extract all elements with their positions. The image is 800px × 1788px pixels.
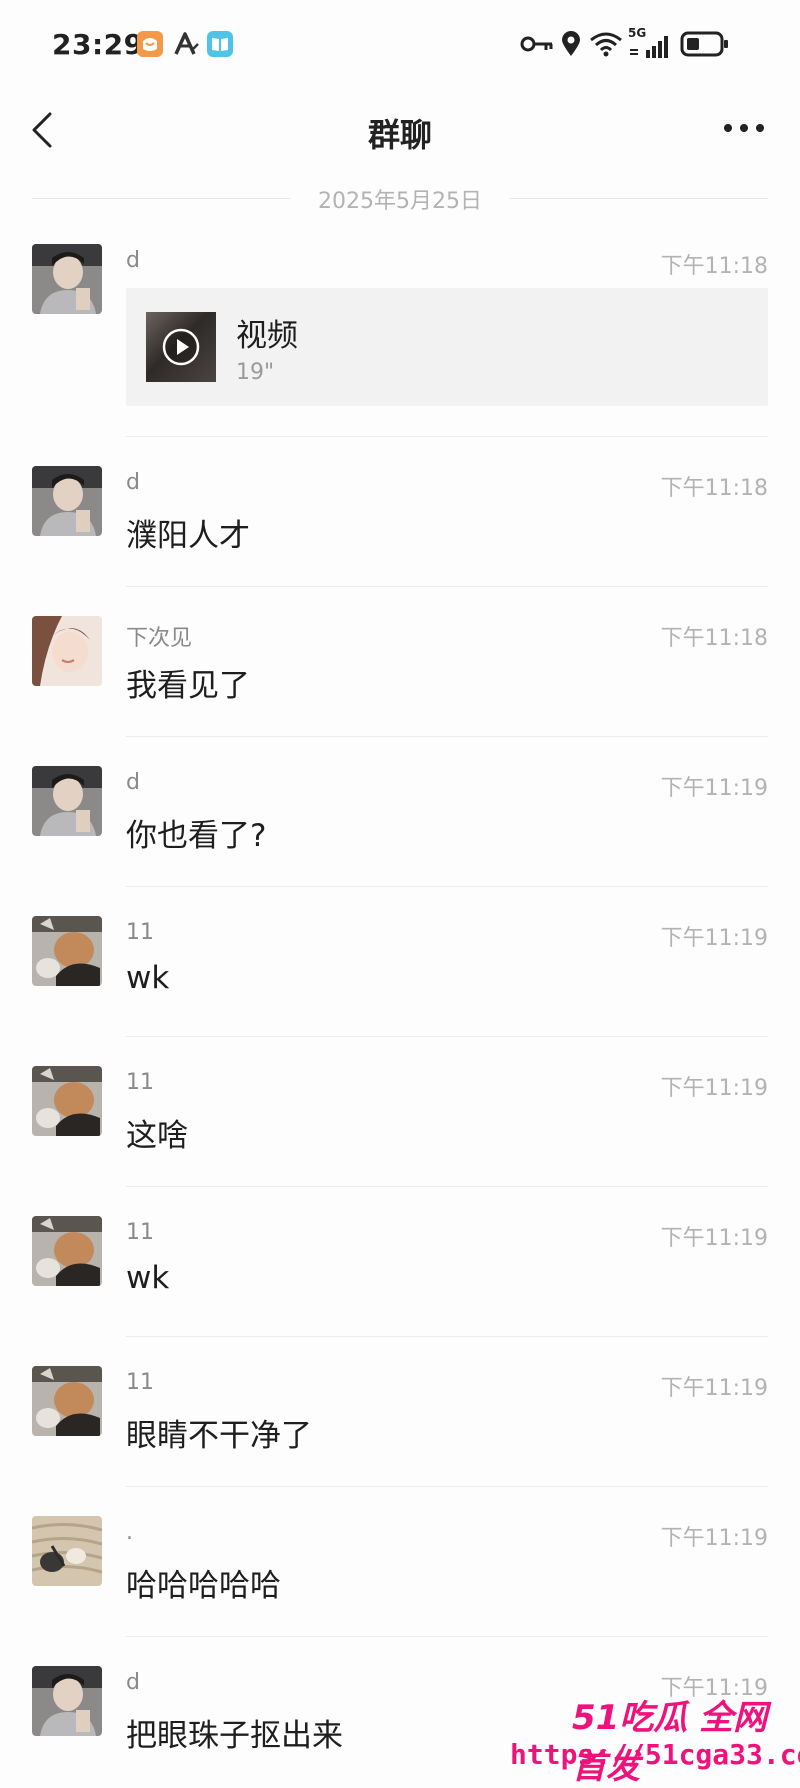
message-item[interactable]: . 下午11:19 哈哈哈哈哈 (0, 1516, 800, 1646)
message-item[interactable]: 11 下午11:19 wk (0, 1216, 800, 1346)
divider (126, 1036, 768, 1037)
message-time: 下午11:18 (660, 626, 768, 651)
notification-app-icon (137, 31, 163, 57)
more-dots-icon[interactable] (720, 116, 768, 140)
divider (126, 1636, 768, 1637)
wifi-icon (590, 32, 622, 57)
date-separator-text: 2025年5月25日 (318, 189, 482, 214)
message-item[interactable]: 11 下午11:19 wk (0, 916, 800, 1046)
message-text: 我看见了 (126, 668, 250, 704)
message-time: 下午11:19 (660, 1526, 768, 1551)
message-time: 下午11:19 (660, 1376, 768, 1401)
message-text: 濮阳人才 (126, 518, 250, 554)
sender-name: 11 (126, 920, 154, 945)
date-separator: 2025年5月25日 (32, 183, 768, 214)
key-icon (520, 36, 553, 52)
message-text: 你也看了? (126, 818, 267, 854)
avatar[interactable] (32, 466, 102, 536)
message-text: 眼睛不干净了 (126, 1418, 312, 1454)
message-item[interactable]: 11 下午11:19 眼睛不干净了 (0, 1366, 800, 1496)
divider (126, 586, 768, 587)
sender-name: d (126, 470, 140, 495)
message-text: 把眼珠子抠出来 (126, 1718, 343, 1754)
avatar[interactable] (32, 1666, 102, 1736)
page-title: 群聊 (367, 116, 432, 154)
avatar[interactable] (32, 1066, 102, 1136)
message-item[interactable]: 下次见 下午11:18 我看见了 (0, 616, 800, 746)
video-message-card[interactable]: 视频 19" (126, 288, 768, 406)
message-item[interactable]: d 下午11:18 濮阳人才 (0, 466, 800, 596)
message-time: 下午11:19 (660, 776, 768, 801)
cellular-5g-icon: 5G (628, 26, 672, 60)
sender-name: 11 (126, 1220, 154, 1245)
sender-name: 下次见 (126, 626, 193, 651)
video-duration: 19" (236, 360, 275, 385)
sender-name: d (126, 248, 140, 273)
message-text: 这啥 (126, 1118, 188, 1154)
message-time: 下午11:19 (660, 1226, 768, 1251)
chat-header: 群聊 (0, 90, 800, 170)
status-bar: 23:29 5G (0, 0, 800, 90)
video-title: 视频 (236, 318, 298, 354)
battery-icon (680, 31, 728, 57)
divider (126, 436, 768, 437)
play-icon (162, 328, 200, 366)
sender-name: 11 (126, 1370, 154, 1395)
location-icon (562, 31, 580, 56)
sender-name: d (126, 770, 140, 795)
message-item[interactable]: d 下午11:18 视频 19" (0, 244, 800, 444)
avatar[interactable] (32, 1516, 102, 1586)
avatar[interactable] (32, 766, 102, 836)
message-time: 下午11:19 (660, 1076, 768, 1101)
status-time: 23:29 (52, 28, 144, 61)
message-item[interactable]: d 下午11:19 你也看了? (0, 766, 800, 896)
message-item[interactable]: 11 下午11:19 这啥 (0, 1066, 800, 1196)
avatar[interactable] (32, 244, 102, 314)
divider (126, 1336, 768, 1337)
watermark-url: https://51cga33.com (510, 1738, 800, 1771)
message-text: 哈哈哈哈哈 (126, 1568, 281, 1604)
watermark: 51吃瓜 全网首发 https://51cga33.com (492, 1690, 800, 1787)
sender-name: 11 (126, 1070, 154, 1095)
book-app-icon (207, 31, 233, 57)
divider (126, 1186, 768, 1187)
divider (126, 886, 768, 887)
message-time: 下午11:18 (660, 254, 768, 279)
font-a-icon (174, 32, 199, 55)
divider (126, 1486, 768, 1487)
sender-name: d (126, 1670, 140, 1695)
avatar[interactable] (32, 1366, 102, 1436)
avatar[interactable] (32, 1216, 102, 1286)
message-time: 下午11:19 (660, 926, 768, 951)
avatar[interactable] (32, 616, 102, 686)
message-text: wk (126, 1260, 170, 1296)
divider (126, 736, 768, 737)
avatar[interactable] (32, 916, 102, 986)
video-thumbnail (146, 312, 216, 382)
message-time: 下午11:18 (660, 476, 768, 501)
message-text: wk (126, 960, 170, 996)
sender-name: . (126, 1520, 133, 1545)
